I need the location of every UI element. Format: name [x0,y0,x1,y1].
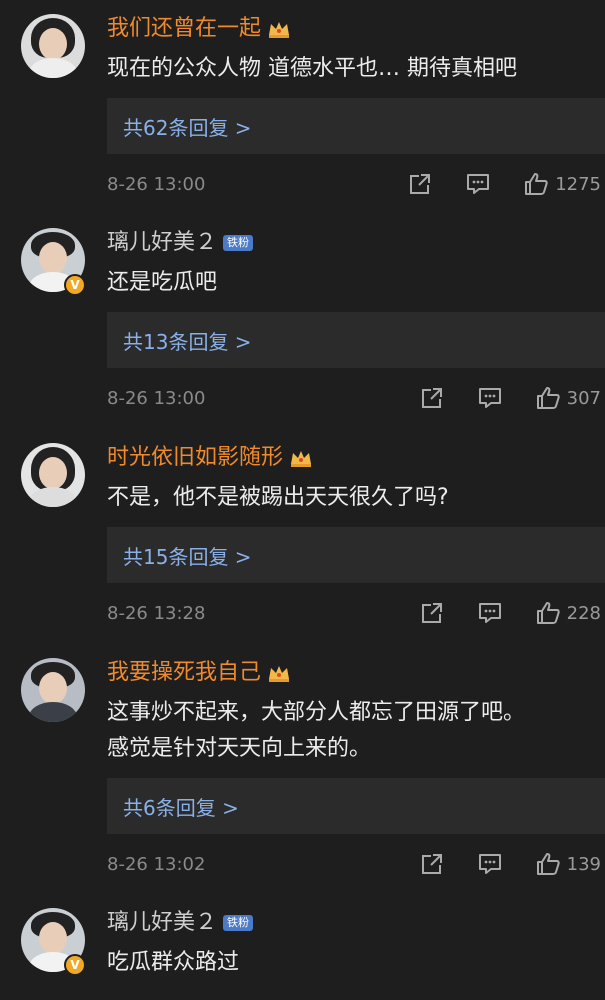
action-bar: 1275 [375,170,601,198]
comment-meta: 8-26 13:00 1275 [107,170,605,198]
avatar[interactable] [21,14,85,78]
comment-meta: 8-26 13:28 228 [107,599,605,627]
timestamp: 8-26 13:00 [107,387,206,409]
username[interactable]: 时光依旧如影随形 [107,443,283,473]
reply-count-link[interactable]: 共13条回复 > [123,326,252,355]
avatar[interactable] [21,443,85,507]
verified-badge: V [64,274,86,296]
username[interactable]: 我们还曾在一起 [107,14,261,44]
comment-text: 还是吃瓜吧 [107,270,218,295]
like-count: 307 [566,387,601,409]
username-row: 我要操死我自己 [107,658,291,688]
like-icon[interactable] [535,852,561,876]
username[interactable]: 璃儿好美２ [107,908,217,938]
username[interactable]: 璃儿好美２ [107,228,217,258]
crown-icon [267,19,291,39]
action-bar: 228 [387,599,601,627]
comment-meta: 8-26 13:02 139 [107,850,605,878]
comment-icon[interactable] [477,386,503,410]
comment-text-line-1: 这事炒不起来，大部分人都忘了田源了吧。 [107,700,526,725]
like-icon[interactable] [535,601,561,625]
verified-badge: V [64,954,86,976]
like-icon[interactable] [523,172,549,196]
comment-icon[interactable] [477,852,503,876]
crown-icon [267,663,291,683]
share-icon[interactable] [419,386,445,410]
comment-meta: 8-26 13:00 307 [107,384,605,412]
share-icon[interactable] [419,852,445,876]
avatar[interactable] [21,658,85,722]
reply-count-link[interactable]: 共62条回复 > [123,112,252,141]
share-icon[interactable] [419,601,445,625]
like-count: 228 [566,602,601,624]
timestamp: 8-26 13:28 [107,602,206,624]
timestamp: 8-26 13:00 [107,173,206,195]
timestamp: 8-26 13:02 [107,853,206,875]
fan-badge: 铁粉 [223,915,254,931]
reply-summary[interactable]: 共15条回复 > [107,527,605,583]
action-bar: 307 [387,384,601,412]
action-bar: 139 [387,850,601,878]
comment-text: 现在的公众人物 道德水平也… 期待真相吧 [107,56,517,81]
share-icon[interactable] [407,172,433,196]
username-row: 我们还曾在一起 [107,14,291,44]
reply-count-link[interactable]: 共6条回复 > [123,792,239,821]
fan-badge: 铁粉 [223,235,254,251]
username-row: 璃儿好美２ 铁粉 [107,228,254,258]
comment-text: 吃瓜群众路过 [107,950,240,975]
comment-icon[interactable] [465,172,491,196]
comment-text-line-2: 感觉是针对天天向上来的。 [107,736,372,761]
username[interactable]: 我要操死我自己 [107,658,261,688]
comment-text: 不是，他不是被踢出天天很久了吗? [107,485,449,510]
username-row: 璃儿好美２ 铁粉 [107,908,254,938]
reply-summary[interactable]: 共13条回复 > [107,312,605,368]
reply-count-link[interactable]: 共15条回复 > [123,541,252,570]
like-count: 139 [566,853,601,875]
reply-summary[interactable]: 共62条回复 > [107,98,605,154]
crown-icon [289,448,313,468]
reply-summary[interactable]: 共6条回复 > [107,778,605,834]
comment-icon[interactable] [477,601,503,625]
like-icon[interactable] [535,386,561,410]
username-row: 时光依旧如影随形 [107,443,313,473]
like-count: 1275 [555,173,601,195]
